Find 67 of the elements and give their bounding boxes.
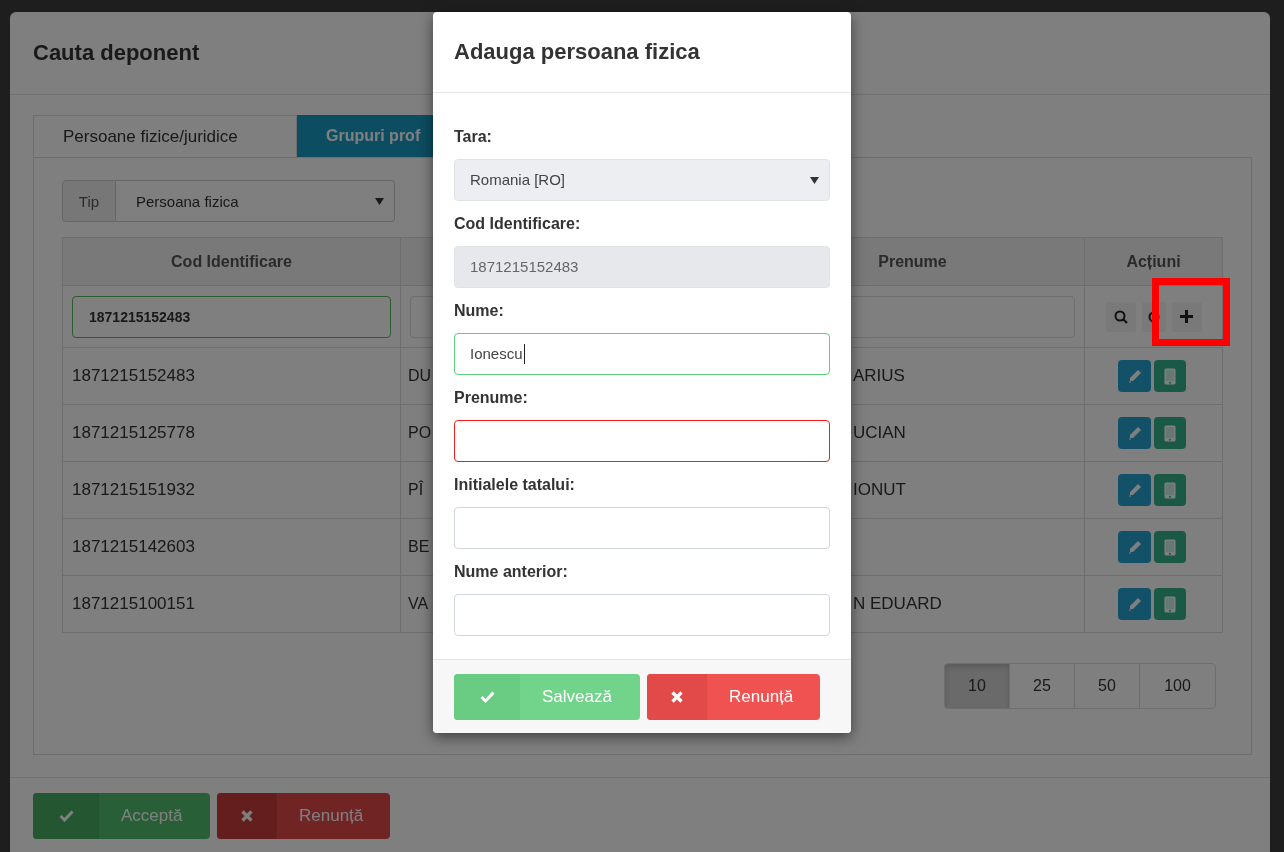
mobile-phone-icon [1164, 538, 1176, 556]
cancel-button[interactable]: Renunță [647, 674, 820, 720]
pencil-icon [1127, 426, 1142, 440]
table-cell: 1871215151932 [72, 480, 195, 499]
input-field[interactable]: Ionescu [454, 333, 830, 375]
caret-icon [375, 197, 384, 205]
field-label: Cod Identificare: [454, 214, 581, 234]
plus-icon [1180, 310, 1193, 323]
cancel-button[interactable]: Renunță [217, 793, 390, 839]
type-select[interactable]: Persoana fizica [116, 180, 395, 222]
caret-icon [810, 176, 819, 184]
page-size-button[interactable]: 100 [1139, 663, 1216, 709]
field-label: Initialele tatalui: [454, 475, 575, 495]
field-label: Nume anterior: [454, 562, 568, 582]
field-label: Prenume: [454, 388, 528, 408]
search-icon [1113, 309, 1128, 324]
table-cell: 1871215142603 [72, 537, 195, 556]
table-cell: N EDUARD [853, 594, 942, 613]
dialog-title: Cauta deponent [33, 40, 200, 66]
close-icon [671, 691, 683, 703]
close-icon [241, 810, 253, 822]
edit-button[interactable] [1118, 474, 1151, 506]
check-icon [58, 810, 74, 822]
mobile-phone-icon [1164, 481, 1176, 499]
filter-field[interactable]: 1871215152483 [72, 295, 391, 338]
table-cell: VA [408, 595, 429, 612]
edit-button[interactable] [1118, 588, 1151, 620]
input-field[interactable] [454, 420, 830, 462]
device-button[interactable] [1154, 474, 1186, 506]
page-size-button[interactable]: 10 [944, 663, 1010, 709]
pencil-icon [1127, 483, 1142, 497]
mobile-phone-icon [1164, 424, 1176, 442]
add-button[interactable] [1171, 301, 1202, 332]
edit-button[interactable] [1118, 531, 1151, 563]
pencil-icon [1127, 597, 1142, 611]
table-cell: BE [408, 538, 430, 555]
table-cell: 1871215152483 [72, 366, 195, 385]
device-button[interactable] [1154, 588, 1186, 620]
table-cell: IONUT [853, 480, 906, 499]
device-button[interactable] [1154, 360, 1186, 392]
column-header: Prenume [878, 252, 947, 270]
table-cell: UCIAN [853, 423, 906, 442]
country-select[interactable]: Romania [RO] [454, 159, 830, 201]
table-cell: ARIUS [853, 366, 905, 385]
field-label: Nume: [454, 301, 504, 321]
tab[interactable]: Persoane fizice/juridice [33, 115, 297, 157]
type-label: Tip [62, 180, 116, 222]
column-header: Acțiuni [1126, 252, 1181, 270]
check-icon [479, 691, 495, 703]
page-size-button[interactable]: 50 [1074, 663, 1140, 709]
modal-title: Adauga persoana fizica [454, 39, 700, 65]
table-cell: DU [408, 367, 432, 384]
pencil-icon [1127, 369, 1142, 383]
table-cell: 1871215125778 [72, 423, 195, 442]
mobile-phone-icon [1164, 595, 1176, 613]
table-cell: PO [408, 424, 432, 441]
search-button[interactable] [1105, 301, 1136, 332]
table-cell: 1871215100151 [72, 594, 195, 613]
pencil-icon [1127, 540, 1142, 554]
device-button[interactable] [1154, 417, 1186, 449]
edit-button[interactable] [1118, 417, 1151, 449]
edit-button[interactable] [1118, 360, 1151, 392]
page-size-button[interactable]: 25 [1009, 663, 1075, 709]
column-header: Cod Identificare [171, 252, 292, 270]
table-cell: PÎ [408, 481, 424, 498]
device-button[interactable] [1154, 531, 1186, 563]
mobile-phone-icon [1164, 367, 1176, 385]
